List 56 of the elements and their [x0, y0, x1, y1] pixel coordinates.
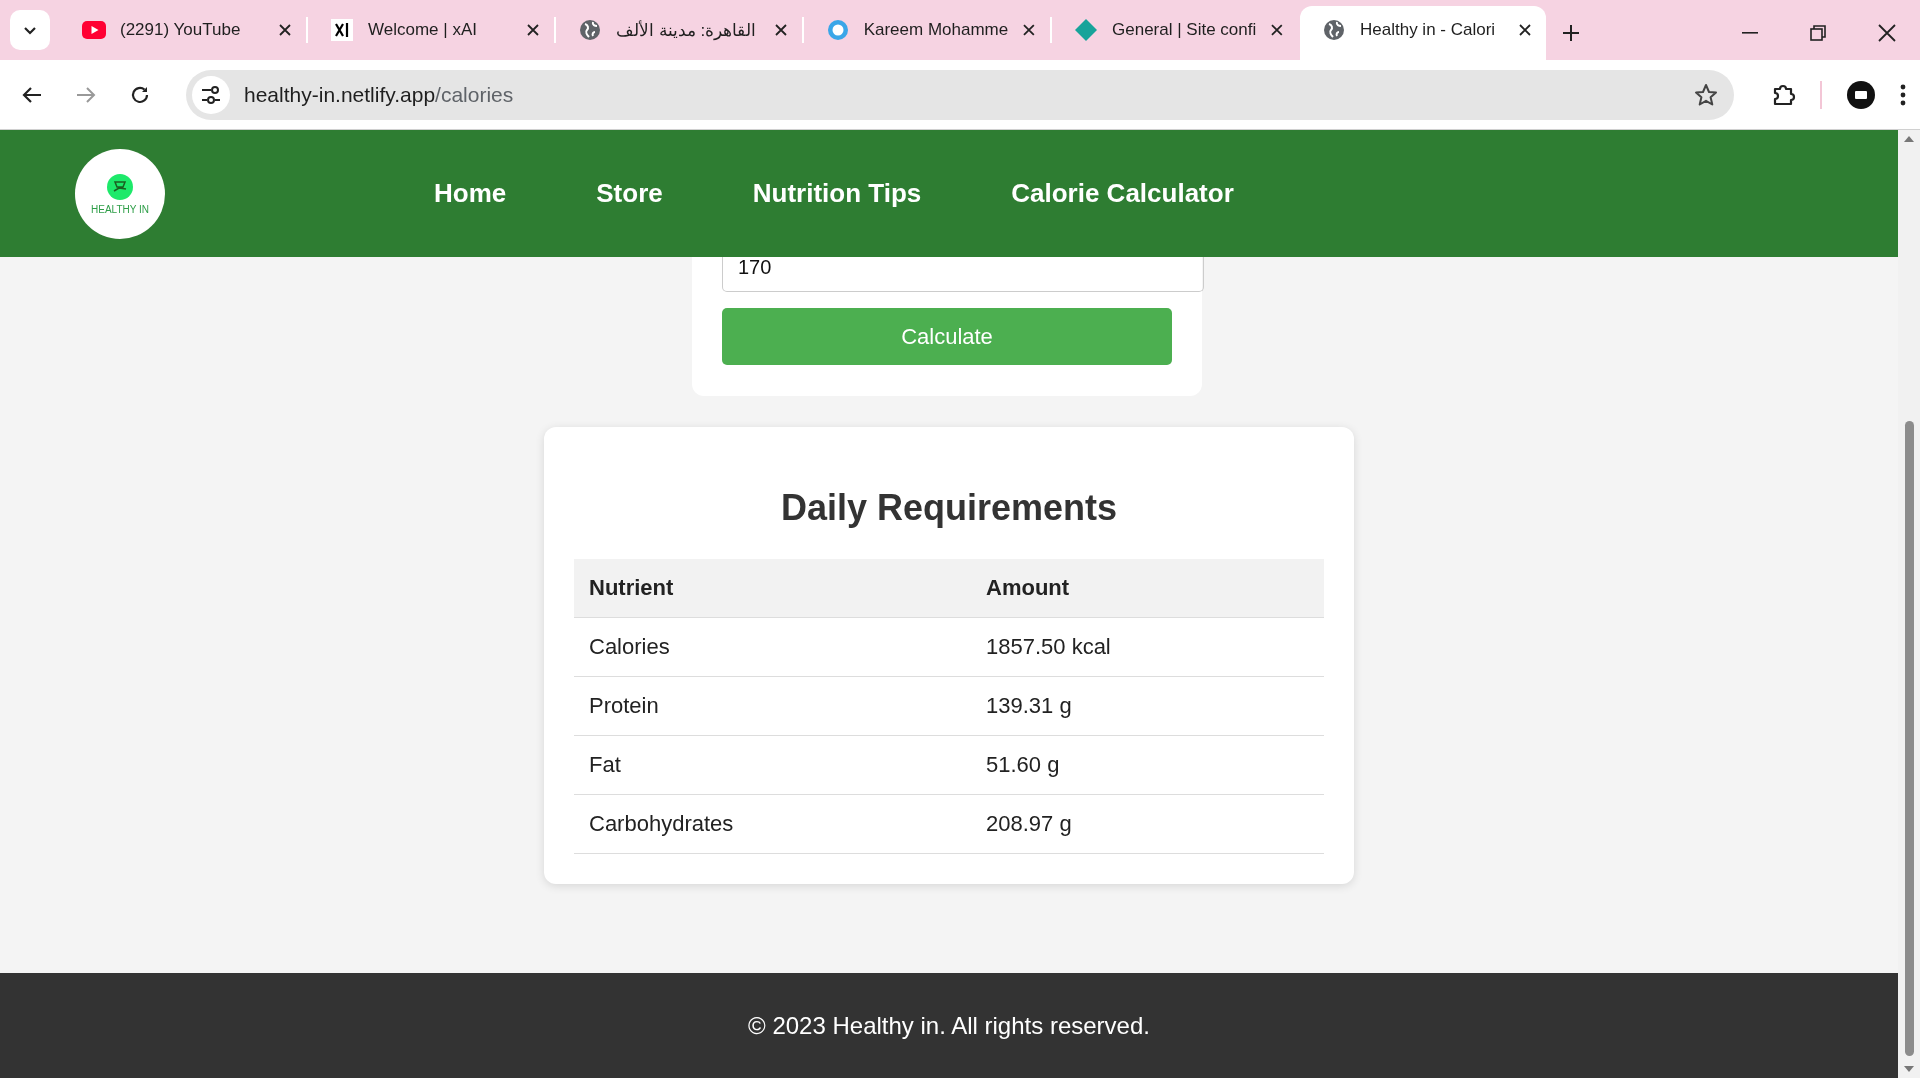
- column-header: Nutrient: [574, 559, 971, 618]
- table-cell: 51.60 g: [971, 735, 1324, 795]
- forward-icon[interactable]: [76, 85, 96, 104]
- play-logo-icon: [82, 21, 106, 39]
- logo-text: HEALTHY IN: [91, 203, 149, 215]
- table-cell: Calories: [574, 617, 971, 677]
- input-field[interactable]: 170: [722, 257, 1204, 292]
- table-cell: 1857.50 kcal: [971, 617, 1324, 677]
- column-header: Amount: [971, 559, 1324, 618]
- address-bar[interactable]: healthy-in.netlify.app/calories: [186, 69, 1734, 120]
- diamond-logo-icon: [1074, 18, 1098, 42]
- ring-logo-icon: [826, 19, 849, 41]
- restore-icon[interactable]: [1810, 25, 1826, 41]
- scrollbar-thumb[interactable]: [1904, 421, 1914, 1056]
- globe-icon: [1323, 19, 1345, 41]
- site-logo[interactable]: HEALTHY IN: [75, 148, 165, 239]
- section-title: Daily Requirements: [779, 487, 1119, 529]
- star-icon[interactable]: [1694, 82, 1718, 107]
- browser-tab[interactable]: القاهرة: مدينة الألف: [556, 6, 802, 54]
- close-icon[interactable]: [774, 23, 788, 37]
- browser-tab[interactable]: Kareem Mohamme: [804, 6, 1050, 54]
- scroll-down-icon[interactable]: [1904, 1066, 1914, 1072]
- site-settings-icon[interactable]: [201, 85, 221, 104]
- nav-link[interactable]: Nutrition Tips: [752, 178, 922, 209]
- reload-icon[interactable]: [130, 84, 150, 105]
- close-icon[interactable]: [1270, 23, 1284, 37]
- nav-link[interactable]: Store: [596, 178, 663, 209]
- profile-avatar-icon[interactable]: [1846, 79, 1876, 110]
- table-cell: Fat: [574, 735, 971, 795]
- table-cell: 208.97 g: [971, 794, 1324, 854]
- puzzle-icon[interactable]: [1772, 82, 1796, 107]
- browser-tab[interactable]: General | Site confi: [1052, 6, 1298, 54]
- back-icon[interactable]: [22, 85, 42, 104]
- minimize-icon[interactable]: [1742, 32, 1758, 34]
- copyright-text: © 2023 Healthy in. All rights reserved.: [748, 1011, 1150, 1040]
- scrollbar[interactable]: [1898, 130, 1920, 1078]
- leaf-badge-icon: [106, 172, 134, 201]
- new-tab-icon[interactable]: [1562, 24, 1580, 42]
- scroll-up-icon[interactable]: [1904, 136, 1914, 142]
- nav-link[interactable]: Home: [434, 178, 507, 209]
- close-icon[interactable]: [526, 23, 540, 37]
- browser-tab[interactable]: Welcome | xAI: [308, 6, 554, 54]
- close-icon[interactable]: [1022, 23, 1036, 37]
- close-icon[interactable]: [278, 23, 292, 37]
- browser-tab[interactable]: Healthy in - Calori: [1300, 6, 1546, 60]
- browser-tab[interactable]: (2291) YouTube: [60, 6, 306, 54]
- more-menu-icon[interactable]: [1900, 83, 1906, 106]
- globe-icon: [579, 19, 601, 41]
- close-icon[interactable]: [1518, 23, 1532, 37]
- table-cell: 139.31 g: [971, 676, 1324, 736]
- chevron-down-icon: [23, 25, 37, 35]
- close-icon[interactable]: [1878, 24, 1896, 42]
- table-cell: Protein: [574, 676, 971, 736]
- nav-link[interactable]: Calorie Calculator: [1011, 178, 1234, 209]
- slash-logo-icon: [331, 19, 353, 41]
- table-cell: Carbohydrates: [574, 794, 971, 854]
